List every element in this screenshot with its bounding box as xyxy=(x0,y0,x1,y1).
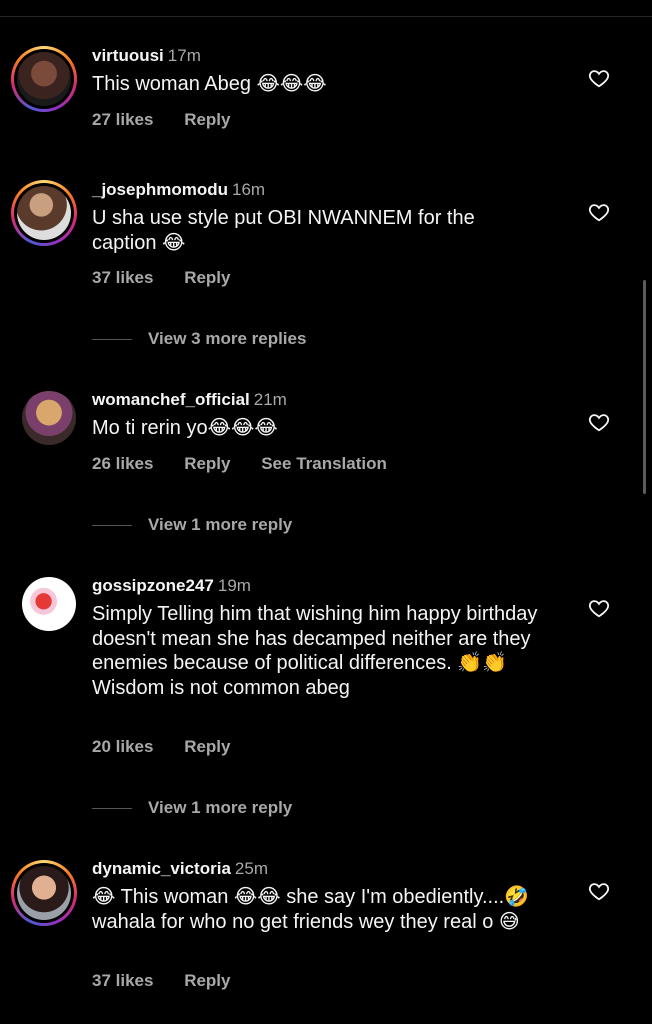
like-count[interactable]: 27 likes xyxy=(92,110,153,129)
comment-header: dynamic_victoria 25m xyxy=(92,859,268,879)
username[interactable]: gossipzone247 xyxy=(92,576,214,595)
username[interactable]: dynamic_victoria xyxy=(92,859,231,878)
comment-actions: 27 likes Reply xyxy=(92,110,256,130)
timestamp: 16m xyxy=(232,180,266,199)
heart-icon[interactable] xyxy=(588,411,610,433)
timestamp: 25m xyxy=(234,859,268,878)
username[interactable]: _josephmomodu xyxy=(92,180,228,199)
avatar[interactable] xyxy=(11,46,77,112)
comment-actions: 37 likes Reply xyxy=(92,268,256,288)
avatar[interactable] xyxy=(11,180,77,246)
view-more-replies[interactable]: View 1 more reply xyxy=(92,515,292,535)
username[interactable]: womanchef_official xyxy=(92,390,250,409)
heart-icon[interactable] xyxy=(588,597,610,619)
comment-text: This woman Abeg 😂😂😂 xyxy=(92,73,327,95)
scrollbar[interactable] xyxy=(643,280,646,494)
avatar[interactable] xyxy=(22,391,76,445)
comment-header: gossipzone247 19m xyxy=(92,576,251,596)
reply-button[interactable]: Reply xyxy=(184,268,230,287)
reply-button[interactable]: Reply xyxy=(184,110,230,129)
reply-button[interactable]: Reply xyxy=(184,454,230,473)
like-count[interactable]: 20 likes xyxy=(92,737,153,756)
username[interactable]: virtuousi xyxy=(92,46,164,65)
comment-header: womanchef_official 21m xyxy=(92,390,287,410)
comment-actions: 20 likes Reply xyxy=(92,737,256,757)
see-translation-button[interactable]: See Translation xyxy=(261,454,387,473)
like-count[interactable]: 26 likes xyxy=(92,454,153,473)
comment-actions: 26 likes Reply See Translation xyxy=(92,454,413,474)
like-count[interactable]: 37 likes xyxy=(92,971,153,990)
comment-text: Simply Telling him that wishing him happ… xyxy=(92,603,538,699)
top-divider xyxy=(0,16,652,17)
avatar[interactable] xyxy=(22,577,76,631)
heart-icon[interactable] xyxy=(588,880,610,902)
comment-header: virtuousi 17m xyxy=(92,46,201,66)
comment-text: 😂 This woman 😂😂 she say I'm obediently..… xyxy=(92,886,530,933)
avatar[interactable] xyxy=(11,860,77,926)
view-more-replies[interactable]: View 3 more replies xyxy=(92,329,306,349)
comment-header: _josephmomodu 16m xyxy=(92,180,265,200)
comment-text: Mo ti rerin yo😂😂😂 xyxy=(92,417,278,439)
timestamp: 21m xyxy=(253,390,287,409)
comment-actions: 37 likes Reply xyxy=(92,971,256,991)
reply-button[interactable]: Reply xyxy=(184,737,230,756)
heart-icon[interactable] xyxy=(588,67,610,89)
timestamp: 19m xyxy=(217,576,251,595)
comment-text: U sha use style put OBI NWANNEM for the … xyxy=(92,207,475,254)
like-count[interactable]: 37 likes xyxy=(92,268,153,287)
view-more-replies[interactable]: View 1 more reply xyxy=(92,798,292,818)
heart-icon[interactable] xyxy=(588,201,610,223)
timestamp: 17m xyxy=(167,46,201,65)
reply-button[interactable]: Reply xyxy=(184,971,230,990)
